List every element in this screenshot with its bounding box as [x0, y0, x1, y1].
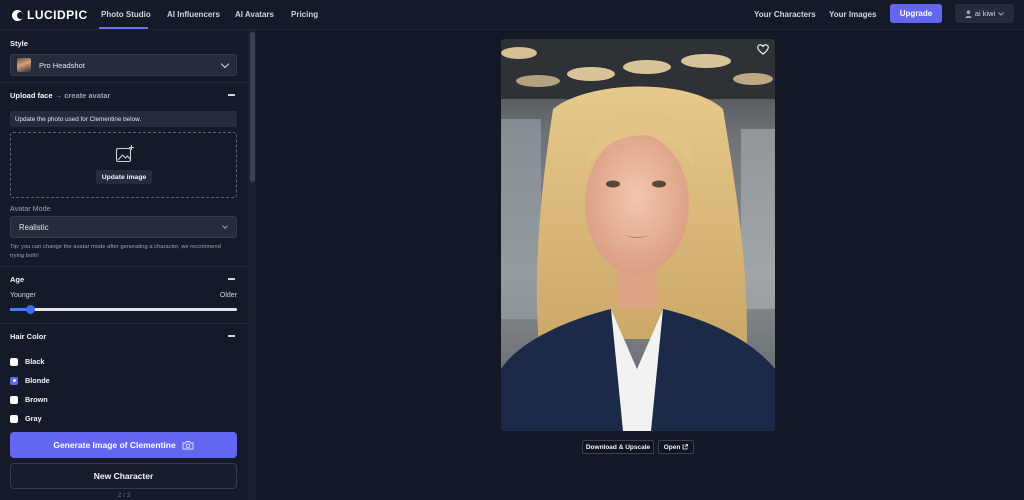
portrait-illustration — [501, 39, 775, 431]
top-nav-bar: LUCIDPIC Photo Studio AI Influencers AI … — [0, 0, 1024, 30]
collapse-age-icon[interactable] — [228, 278, 235, 280]
logo-icon — [12, 9, 23, 21]
age-slider[interactable] — [10, 305, 237, 314]
upload-face-title[interactable]: Upload face → create avatar — [10, 91, 110, 100]
collapse-hair-icon[interactable] — [228, 335, 235, 337]
external-link-icon — [682, 444, 689, 450]
divider — [0, 266, 248, 267]
chevron-down-icon — [998, 11, 1005, 16]
radio-button[interactable] — [10, 395, 18, 404]
chevron-down-icon — [220, 59, 230, 69]
update-image-button[interactable]: Update image — [96, 170, 152, 184]
panel-scrollbar-thumb[interactable] — [250, 32, 255, 182]
nav-active-indicator — [99, 27, 148, 29]
nav-your-images[interactable]: Your Images — [829, 10, 876, 19]
download-upscale-button[interactable]: Download & Upscale — [582, 440, 654, 454]
hair-color-section-title: Hair Color — [10, 332, 47, 341]
brand-logo[interactable]: LUCIDPIC — [12, 8, 88, 22]
user-menu-button[interactable]: ai kiwi — [955, 4, 1014, 23]
avatar-mode-label: Avatar Mode — [10, 204, 51, 213]
camera-icon — [182, 441, 194, 450]
radio-button[interactable] — [10, 357, 18, 366]
user-icon — [965, 9, 972, 18]
hair-option-brown[interactable]: Brown — [10, 395, 48, 404]
nav-pricing[interactable]: Pricing — [291, 10, 318, 19]
age-range-labels: Younger Older — [10, 292, 237, 299]
age-section-title: Age — [10, 275, 25, 284]
divider — [0, 82, 248, 83]
heart-icon[interactable] — [757, 44, 769, 55]
radio-button-selected[interactable] — [10, 376, 18, 385]
brand-name: LUCIDPIC — [27, 8, 88, 22]
user-name: ai kiwi — [974, 9, 996, 18]
hair-option-label: Gray — [25, 414, 42, 423]
generate-image-button[interactable]: Generate Image of Clementine — [10, 432, 237, 458]
hair-option-gray[interactable]: Gray — [10, 414, 42, 423]
upload-face-label: Upload face — [10, 91, 53, 100]
nav-photo-studio[interactable]: Photo Studio — [101, 10, 151, 19]
chevron-down-icon — [222, 223, 228, 229]
avatar-mode-value: Realistic — [19, 223, 49, 232]
page-counter: 2 / 3 — [117, 492, 131, 499]
hair-option-black[interactable]: Black — [10, 357, 44, 366]
upload-info-text: Update the photo used for Clementine bel… — [10, 111, 237, 127]
style-selected-value: Pro Headshot — [39, 61, 85, 70]
nav-your-characters[interactable]: Your Characters — [754, 10, 816, 19]
radio-button[interactable] — [10, 414, 18, 423]
avatar-mode-select[interactable]: Realistic — [10, 216, 237, 238]
style-section-title: Style — [10, 39, 28, 48]
image-drop-zone[interactable]: Update image — [10, 132, 237, 198]
open-label: Open — [663, 443, 681, 451]
style-thumbnail — [17, 58, 31, 72]
hair-option-blonde[interactable]: Blonde — [10, 376, 50, 385]
generate-label: Generate Image of Clementine — [53, 440, 176, 450]
upload-face-subtitle: → create avatar — [54, 91, 111, 100]
new-character-button[interactable]: New Character — [10, 463, 237, 489]
generated-portrait-image[interactable] — [501, 39, 775, 431]
hair-option-label: Black — [25, 357, 45, 366]
age-max-label: Older — [219, 292, 237, 299]
avatar-mode-tip: Tip: you can change the avatar mode afte… — [10, 244, 221, 259]
age-min-label: Younger — [10, 292, 36, 299]
hair-option-label: Brown — [25, 395, 48, 404]
divider — [0, 323, 248, 324]
hair-option-label: Blonde — [25, 376, 50, 385]
collapse-upload-icon[interactable] — [228, 94, 235, 96]
nav-ai-influencers[interactable]: AI Influencers — [167, 10, 220, 19]
upgrade-button[interactable]: Upgrade — [890, 4, 942, 23]
open-button[interactable]: Open — [658, 440, 694, 454]
nav-ai-avatars[interactable]: AI Avatars — [235, 10, 274, 19]
add-image-icon — [115, 145, 134, 163]
style-select[interactable]: Pro Headshot — [10, 54, 237, 76]
